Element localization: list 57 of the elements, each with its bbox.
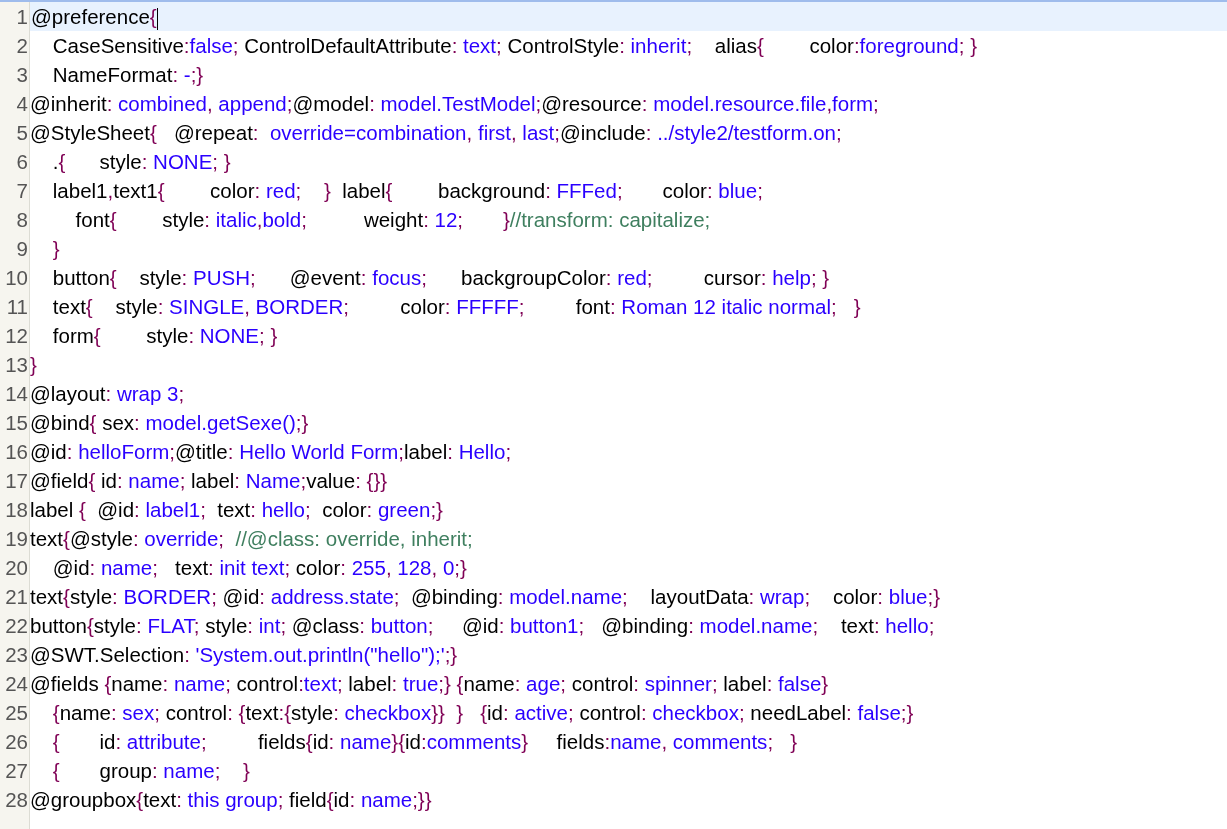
line-number: 24 xyxy=(4,671,29,697)
line-number: 7 xyxy=(15,178,29,204)
line-number: 22 xyxy=(4,613,29,639)
code-line: label { @id: label1; text: hello; color: green;} xyxy=(29,497,444,523)
code-line: .{ style: NONE; } xyxy=(51,149,232,175)
line-number: 19 xyxy=(4,526,29,552)
line-number: 28 xyxy=(4,787,29,813)
line-number: 1 xyxy=(15,4,29,30)
code-line: @layout: wrap 3; xyxy=(29,381,186,407)
code-line: NameFormat: -;} xyxy=(51,62,205,88)
code-line: @groupbox{text: this group; field{id: name;}} xyxy=(29,787,433,813)
line-number: 3 xyxy=(15,62,29,88)
line-number: 23 xyxy=(4,642,29,668)
line-number: 12 xyxy=(4,323,29,349)
code-line: {name: sex; control: {text:{style: checkbox}} } {id: active; control: checkbox; needLabel: false;} xyxy=(51,700,915,726)
code-line: text{style: BORDER; @id: address.state; @binding: model.name; layoutData: wrap; color: blue;} xyxy=(29,584,942,610)
line-number: 16 xyxy=(4,439,29,465)
code-line: CaseSensitive:false; ControlDefaultAttribute: text; ControlStyle: inherit; alias{ color:foreground; } xyxy=(51,33,978,59)
line-number: 6 xyxy=(15,149,29,175)
text-cursor xyxy=(156,7,158,30)
code-line: @id: helloForm;@title: Hello World Form;label: Hello; xyxy=(29,439,513,465)
code-line: { group: name; } xyxy=(51,758,251,784)
code-line: @fields {name: name; control:text; label: true;} {name: age; control: spinner; label: false} xyxy=(29,671,830,697)
code-line: } xyxy=(51,236,61,262)
code-editor[interactable] xyxy=(0,0,1227,829)
code-line: @field{ id: name; label: Name;value: {}} xyxy=(29,468,389,494)
line-number: 2 xyxy=(15,33,29,59)
code-line: button{style: FLAT; style: int; @class: button; @id: button1; @binding: model.name; text: hello; xyxy=(29,613,936,639)
line-number: 10 xyxy=(4,265,29,291)
code-line: text{@style: override; //@class: override, inherit; xyxy=(29,526,474,552)
code-line: @SWT.Selection: 'System.out.println("hello");';} xyxy=(29,642,459,668)
line-number: 11 xyxy=(5,294,29,320)
code-line: button{ style: PUSH; @event: focus; backgroupColor: red; cursor: help; } xyxy=(51,265,831,291)
code-line: { id: attribute; fields{id: name}{id:comments} fields:name, comments; } xyxy=(51,729,798,755)
line-number: 14 xyxy=(4,381,29,407)
code-line: text{ style: SINGLE, BORDER; color: FFFFF; font: Roman 12 italic normal; } xyxy=(51,294,862,320)
line-number: 20 xyxy=(4,555,29,581)
line-number: 15 xyxy=(4,410,29,436)
line-number: 25 xyxy=(4,700,29,726)
code-line: @id: name; text: init text; color: 255, 128, 0;} xyxy=(51,555,468,581)
line-number: 4 xyxy=(15,91,29,117)
line-number: 26 xyxy=(4,729,29,755)
line-number: 17 xyxy=(4,468,29,494)
line-number: 18 xyxy=(4,497,29,523)
code-line: font{ style: italic,bold; weight: 12; }//transform: capitalize; xyxy=(74,207,712,233)
code-line: form{ style: NONE; } xyxy=(51,323,279,349)
code-line: label1,text1{ color: red; } label{ background: FFFed; color: blue; xyxy=(51,178,764,204)
line-number: 5 xyxy=(15,120,29,146)
line-number: 21 xyxy=(4,584,29,610)
code-line: @StyleSheet{ @repeat: override=combination, first, last;@include: ../style2/testform.on; xyxy=(29,120,843,146)
line-number: 8 xyxy=(15,207,29,233)
line-number: 13 xyxy=(4,352,29,378)
code-line: @bind{ sex: model.getSexe();} xyxy=(29,410,310,436)
line-number: 9 xyxy=(15,236,29,262)
line-number: 27 xyxy=(4,758,29,784)
code-line: } xyxy=(29,352,38,378)
code-line: @inherit: combined, append;@model: model.TestModel;@resource: model.resource.file,form; xyxy=(29,91,880,117)
